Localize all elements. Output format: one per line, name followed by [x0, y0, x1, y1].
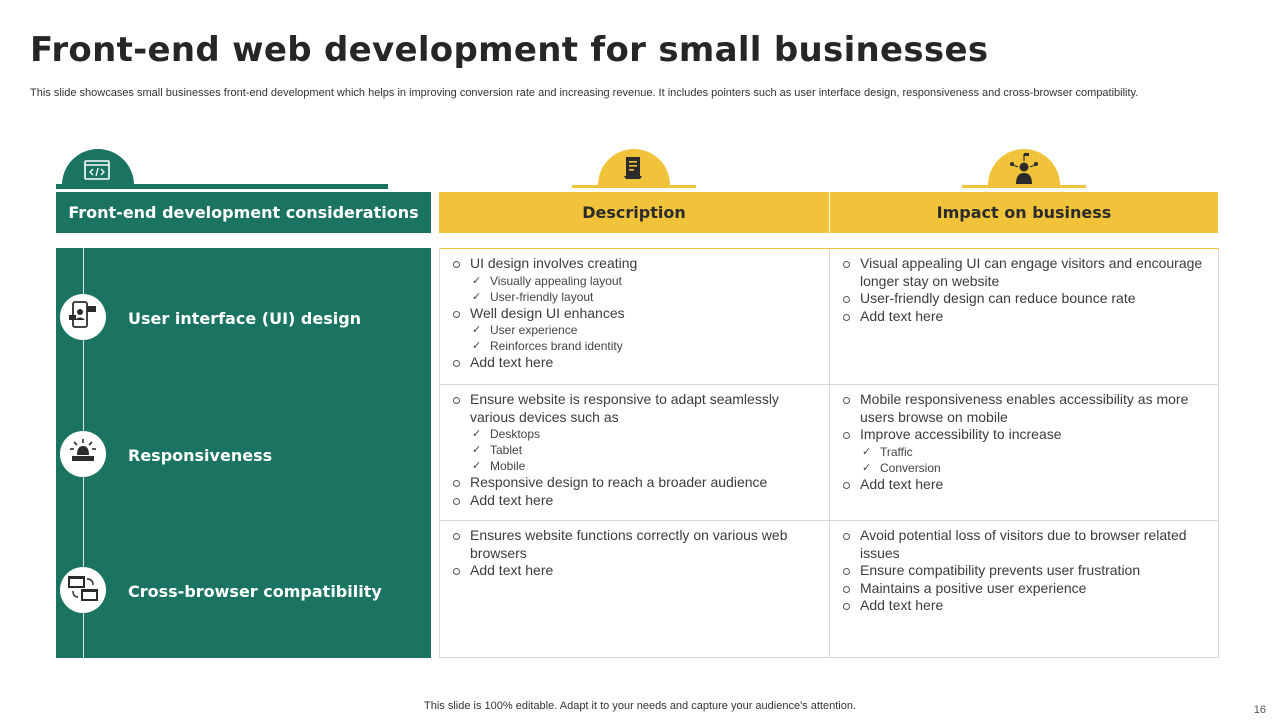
- check-item: User experience: [470, 322, 819, 338]
- check-item: Desktops: [470, 426, 819, 442]
- cell-impact-responsiveness: Mobile responsiveness enables accessibil…: [829, 384, 1219, 521]
- bullet: Add text here: [452, 354, 819, 372]
- check-item: Reinforces brand identity: [470, 338, 819, 354]
- green-tab-line: [56, 184, 388, 189]
- bullet: Ensures website functions correctly on v…: [452, 527, 819, 562]
- check-item: Visually appealing layout: [470, 273, 819, 289]
- bullet: Add text here: [452, 492, 819, 510]
- bullet: Ensure compatibility prevents user frust…: [842, 562, 1208, 580]
- bullet: Improve accessibility to increase Traffi…: [842, 426, 1208, 476]
- bullet: Maintains a positive user experience: [842, 580, 1208, 598]
- bullet: Responsive design to reach a broader aud…: [452, 474, 819, 492]
- business-person-icon: [1008, 151, 1040, 185]
- yellow-tab-line-impact: [962, 185, 1086, 188]
- bullet: Add text here: [842, 476, 1208, 494]
- bullet: Well design UI enhances User experience …: [452, 305, 819, 354]
- check-item: User-friendly layout: [470, 289, 819, 305]
- row-label-ui-design: User interface (UI) design: [128, 309, 362, 328]
- cell-impact-ui: Visual appealing UI can engage visitors …: [829, 248, 1219, 385]
- bullet: Visual appealing UI can engage visitors …: [842, 255, 1208, 290]
- cell-impact-cross-browser: Avoid potential loss of visitors due to …: [829, 520, 1219, 658]
- check-item: Mobile: [470, 458, 819, 474]
- cell-desc-responsiveness: Ensure website is responsive to adapt se…: [439, 384, 830, 521]
- document-icon: [623, 156, 643, 180]
- bullet: Ensure website is responsive to adapt se…: [452, 391, 819, 474]
- bullet: User-friendly design can reduce bounce r…: [842, 290, 1208, 308]
- browser-windows-icon: [67, 573, 99, 608]
- page-number: 16: [1253, 704, 1266, 716]
- mobile-ui-icon: [68, 300, 98, 335]
- cell-desc-cross-browser: Ensures website functions correctly on v…: [439, 520, 830, 658]
- bullet: Mobile responsiveness enables accessibil…: [842, 391, 1208, 426]
- cell-desc-ui: UI design involves creating Visually app…: [439, 248, 830, 385]
- impact-header: Impact on business: [830, 192, 1218, 233]
- responsiveness-icon-circle: [60, 431, 106, 477]
- row-label-responsiveness: Responsiveness: [128, 446, 273, 465]
- bullet: Add text here: [842, 308, 1208, 326]
- alert-laptop-icon: [68, 437, 98, 472]
- check-item: Traffic: [860, 444, 1208, 460]
- ui-design-icon-circle: [60, 294, 106, 340]
- row-label-cross-browser: Cross-browser compatibility: [128, 582, 382, 601]
- yellow-tab-line-description: [572, 185, 696, 188]
- bullet: Avoid potential loss of visitors due to …: [842, 527, 1208, 562]
- code-icon: [84, 160, 110, 180]
- slide-subtitle: This slide showcases small businesses fr…: [30, 87, 1139, 99]
- considerations-header: Front-end development considerations: [56, 192, 431, 233]
- bullet: Add text here: [452, 562, 819, 580]
- footer-note: This slide is 100% editable. Adapt it to…: [424, 700, 856, 712]
- description-header: Description: [439, 192, 829, 233]
- cross-browser-icon-circle: [60, 567, 106, 613]
- check-item: Conversion: [860, 460, 1208, 476]
- check-item: Tablet: [470, 442, 819, 458]
- bullet: Add text here: [842, 597, 1208, 615]
- bullet: UI design involves creating Visually app…: [452, 255, 819, 305]
- slide-title: Front-end web development for small busi…: [30, 30, 989, 70]
